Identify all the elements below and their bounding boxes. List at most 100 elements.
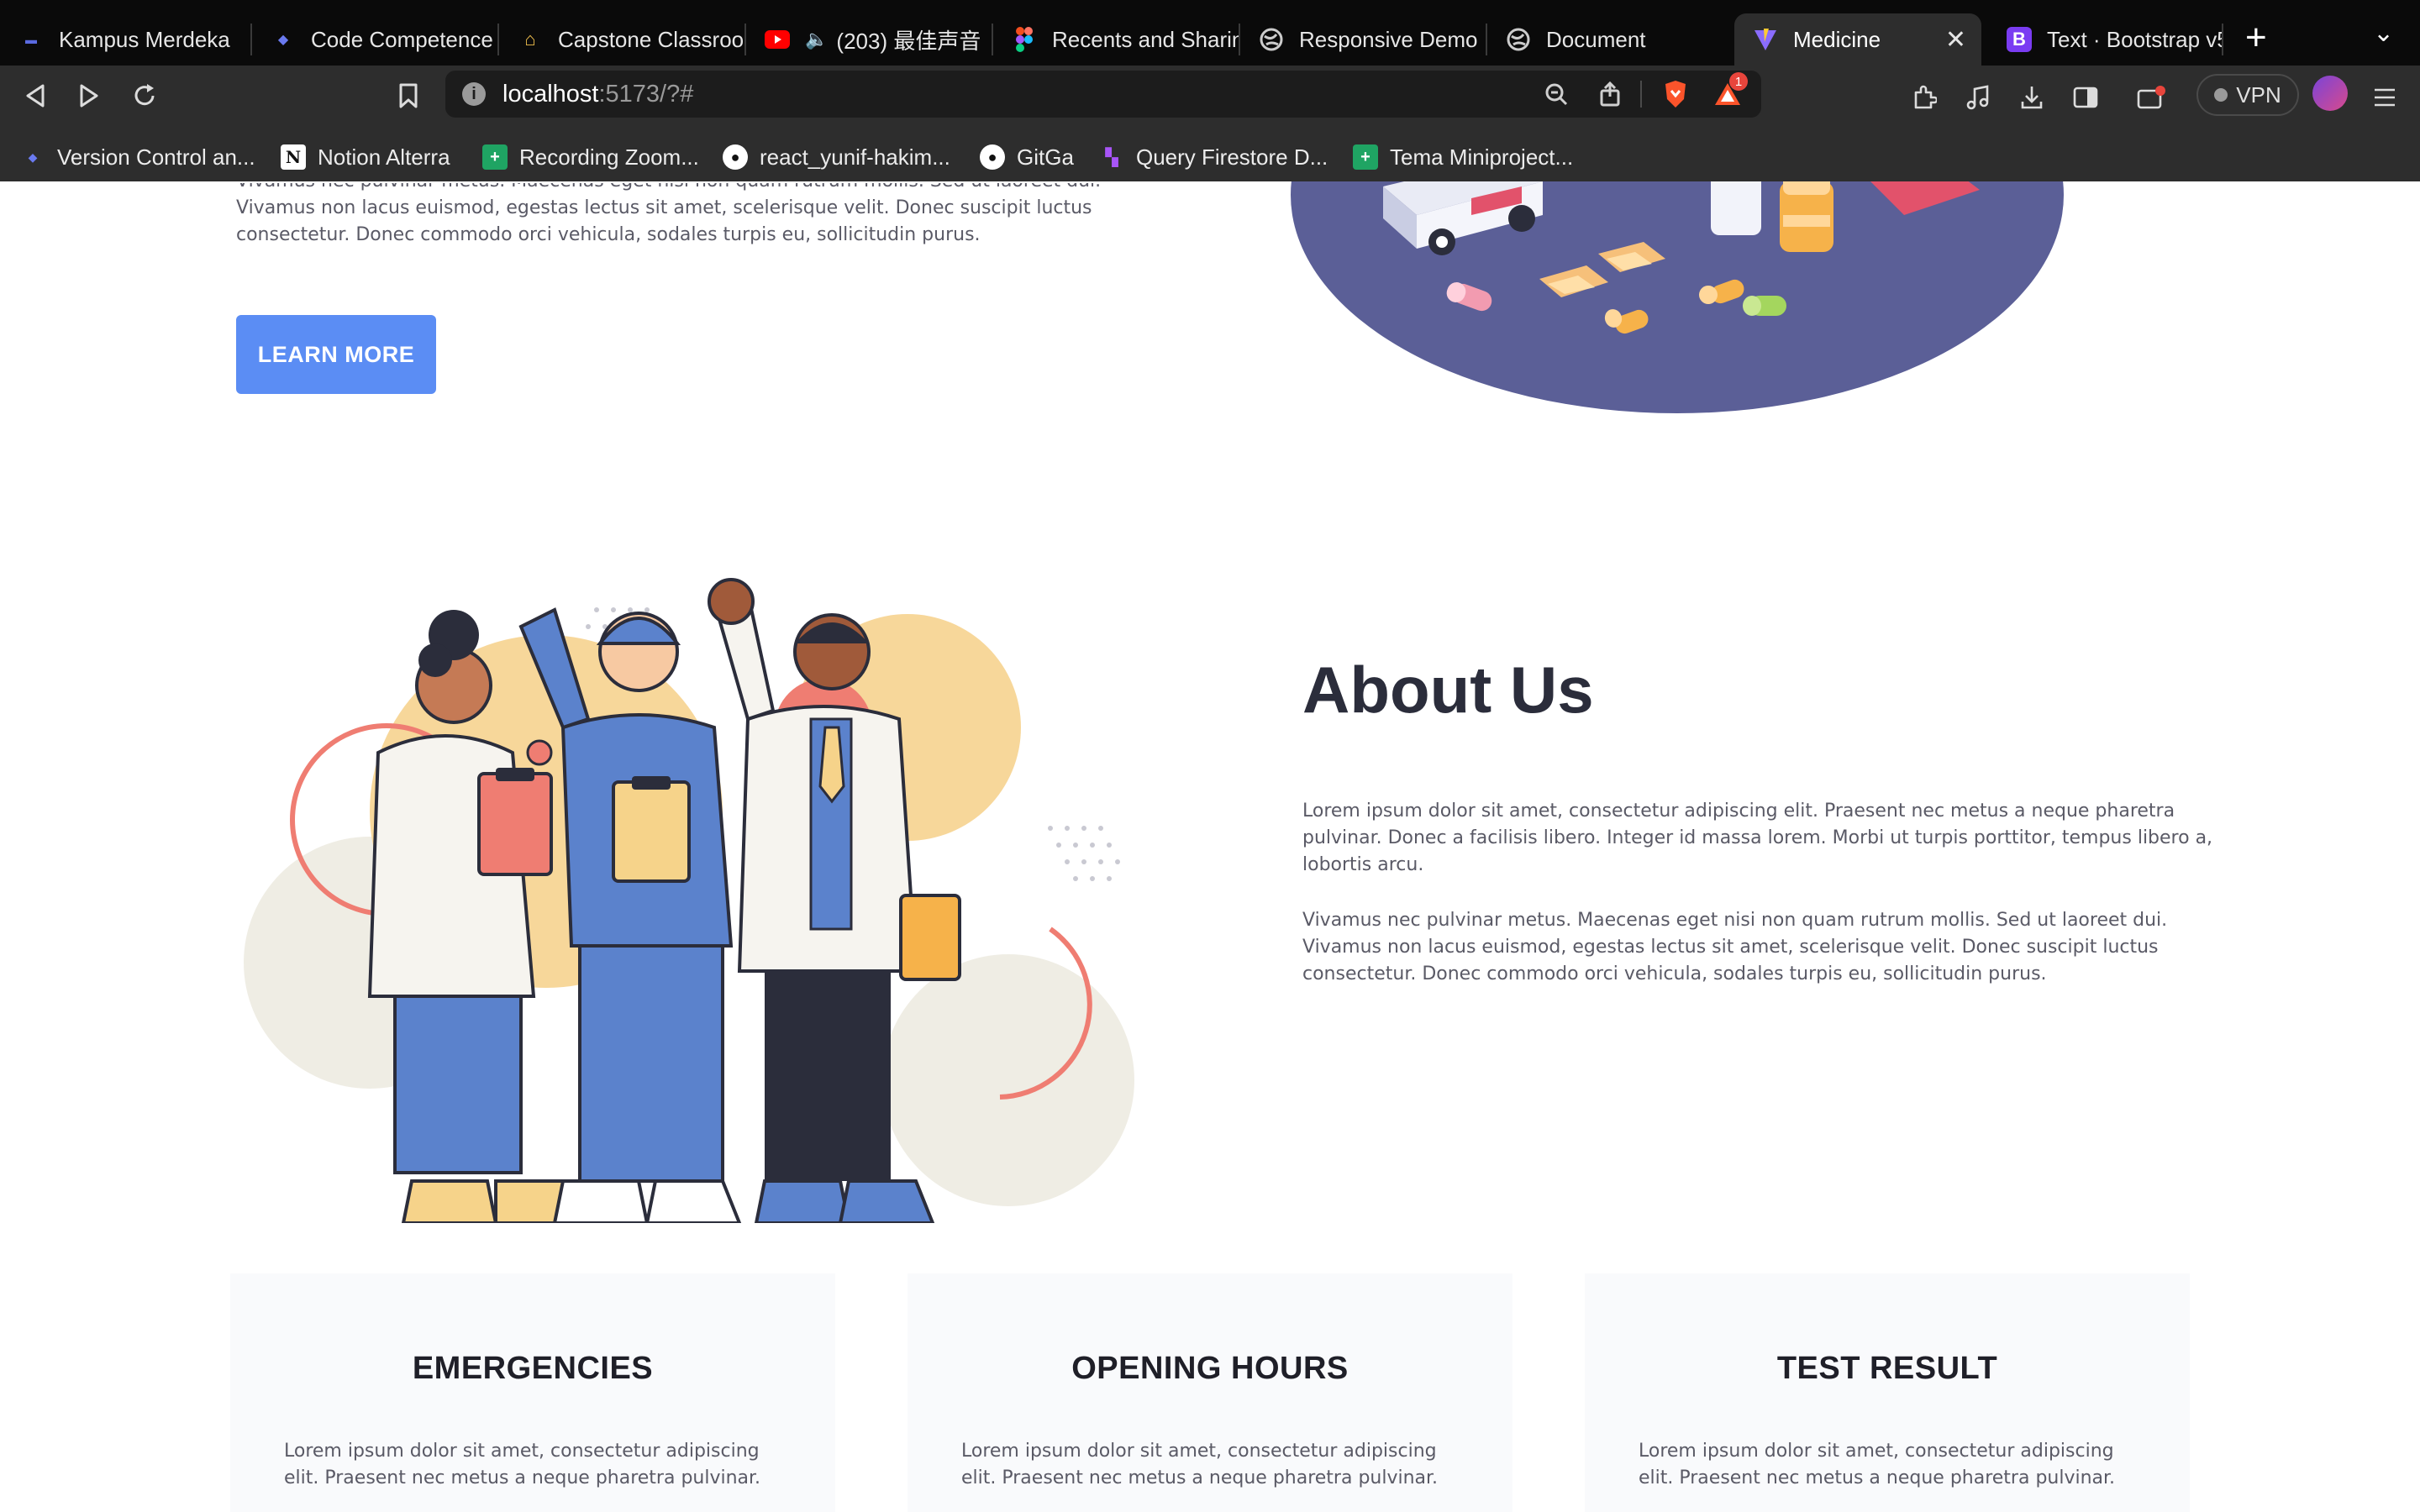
card-emergencies: EMERGENCIES Lorem ipsum dolor sit amet, … — [230, 1273, 835, 1512]
hero-line: Vivamus non lacus euismod, egestas lectu… — [236, 197, 1092, 218]
back-icon[interactable] — [18, 79, 52, 113]
brave-rewards-icon[interactable]: 1 — [1711, 72, 1748, 111]
tab-title: Capstone Classroor — [558, 26, 746, 52]
menu-icon[interactable] — [2368, 81, 2402, 114]
tab-title: (203) 最佳声音 — [836, 28, 981, 54]
card-test-result: TEST RESULT Lorem ipsum dolor sit amet, … — [1585, 1273, 2190, 1512]
tab-kampus-merdeka[interactable]: ▬ Kampus Merdeka — [0, 13, 252, 66]
tab-title: Document — [1546, 26, 1646, 52]
tab-youtube[interactable]: 🔈 (203) 最佳声音 — [746, 13, 993, 66]
tab-title: Code Competence — [311, 26, 493, 52]
new-tab-icon[interactable]: + — [2245, 17, 2267, 59]
github-icon: ● — [980, 144, 1005, 170]
speaker-icon[interactable]: 🔈 — [805, 29, 828, 50]
bookmark-label: GitGa — [1017, 144, 1074, 170]
chevron-down-icon[interactable]: ⌄ — [2373, 18, 2394, 48]
figma-icon — [1012, 27, 1037, 52]
bookmark-recording-zoom[interactable]: + Recording Zoom... — [482, 134, 699, 180]
bookmark-label: Notion Alterra — [318, 144, 450, 170]
card-line: Lorem ipsum dolor sit amet, consectetur … — [284, 1441, 760, 1462]
download-icon[interactable] — [2015, 81, 2049, 114]
bookmark-react-yunif[interactable]: ● react_yunif-hakim... — [723, 134, 950, 180]
tab-responsive-demo[interactable]: Responsive Demo — [1240, 13, 1487, 66]
bookmark-gitga[interactable]: ● GitGa — [980, 134, 1074, 180]
kampus-merdeka-icon: ▬ — [25, 33, 37, 46]
card-line: Lorem ipsum dolor sit amet, consectetur … — [1639, 1441, 2114, 1462]
bookmark-icon[interactable] — [392, 79, 425, 113]
bookmark-notion-alterra[interactable]: N Notion Alterra — [281, 134, 450, 180]
page-viewport: Vivamus nec pulvinar metus. Maecenas ege… — [0, 181, 2420, 1512]
bg-circle — [882, 954, 1134, 1206]
tab-code-competence[interactable]: ◆ Code Competence — [252, 13, 499, 66]
firestore-icon: ▚ — [1105, 148, 1118, 167]
extensions-icon[interactable] — [1907, 81, 1941, 114]
about-us-title: About Us — [1302, 653, 1594, 727]
card-text: Lorem ipsum dolor sit amet, consectetur … — [1639, 1438, 2156, 1492]
about-line: Vivamus non lacus euismod, egestas lectu… — [1302, 937, 2159, 958]
about-line: lobortis arcu. — [1302, 854, 1424, 875]
tab-divider — [2222, 24, 2223, 55]
vpn-status-dot — [2214, 88, 2228, 102]
bookmark-label: Version Control an... — [57, 144, 255, 170]
youtube-icon — [765, 27, 790, 52]
reload-icon[interactable] — [128, 79, 161, 113]
tab-title: Responsive Demo — [1299, 26, 1478, 52]
doctors-illustration — [244, 578, 1134, 1223]
alterra-icon: ◆ — [28, 150, 38, 164]
vpn-button[interactable]: VPN — [2196, 74, 2299, 116]
about-line: Vivamus nec pulvinar metus. Maecenas ege… — [1302, 910, 2168, 931]
about-paragraph-1: Lorem ipsum dolor sit amet, consectetur … — [1302, 798, 2227, 879]
tab-title: Text · Bootstrap v5 — [2047, 26, 2223, 52]
profile-avatar[interactable] — [2312, 76, 2348, 111]
rewards-badge: 1 — [1729, 72, 1748, 91]
hero-line: consectetur. Donec commodo orci vehicula… — [236, 224, 981, 245]
close-tab-icon[interactable]: ✕ — [1945, 25, 1966, 55]
sheets-icon: + — [1353, 144, 1378, 170]
bookmark-query-firestore[interactable]: ▚ Query Firestore D... — [1099, 134, 1328, 180]
tab-bootstrap[interactable]: B Text · Bootstrap v5 — [1988, 13, 2223, 66]
classroom-icon: ⌂ — [524, 29, 536, 50]
url-text: localhost:5173/?# — [502, 81, 694, 108]
share-icon[interactable] — [1595, 79, 1625, 109]
learn-more-button[interactable]: LEARN MORE — [236, 315, 436, 394]
hero-line: Vivamus nec pulvinar metus. Maecenas ege… — [236, 181, 1160, 195]
vite-icon — [1753, 27, 1778, 52]
tab-title: Medicine — [1793, 26, 1881, 52]
about-line: Lorem ipsum dolor sit amet, consectetur … — [1302, 801, 2175, 822]
bookmark-label: Tema Miniproject... — [1390, 144, 1574, 170]
card-title: TEST RESULT — [1776, 1351, 1998, 1386]
hero-paragraph: Vivamus nec pulvinar metus. Maecenas ege… — [236, 181, 1160, 249]
music-note-icon[interactable] — [1961, 81, 1995, 114]
bookmark-label: react_yunif-hakim... — [760, 144, 950, 170]
notion-icon: N — [281, 144, 306, 170]
card-text: Lorem ipsum dolor sit amet, consectetur … — [284, 1438, 802, 1492]
tab-figma[interactable]: Recents and Sharin — [993, 13, 1240, 66]
tab-capstone-classroom[interactable]: ⌂ Capstone Classroor — [499, 13, 746, 66]
card-line: elit. Praesent nec metus a neque pharetr… — [961, 1467, 1439, 1488]
tab-strip: ▬ Kampus Merdeka ◆ Code Competence ⌂ Cap… — [0, 0, 2420, 66]
card-line: elit. Praesent nec metus a neque pharetr… — [1639, 1467, 2116, 1488]
bookmark-label: Recording Zoom... — [519, 144, 699, 170]
card-opening-hours: OPENING HOURS Lorem ipsum dolor sit amet… — [908, 1273, 1512, 1512]
github-icon: ● — [723, 144, 748, 170]
tab-medicine[interactable]: Medicine ✕ — [1734, 13, 1981, 66]
hero-illustration — [1291, 181, 2064, 413]
site-info-icon[interactable]: i — [462, 82, 486, 106]
bookmark-version-control[interactable]: ◆ Version Control an... — [20, 134, 255, 180]
address-bar[interactable]: i localhost:5173/?# 1 — [445, 71, 1761, 118]
tab-document[interactable]: Document — [1487, 13, 1734, 66]
sheets-icon: + — [482, 144, 508, 170]
zoom-icon[interactable] — [1541, 79, 1571, 109]
card-title: OPENING HOURS — [1071, 1351, 1349, 1386]
card-text: Lorem ipsum dolor sit amet, consectetur … — [961, 1438, 1479, 1492]
tab-title: Recents and Sharin — [1052, 26, 1240, 52]
urlbar-divider — [1640, 81, 1642, 108]
brave-shields-icon[interactable] — [1659, 77, 1692, 111]
wallet-icon[interactable] — [2133, 81, 2170, 114]
about-line: pulvinar. Donec a facilisis libero. Inte… — [1302, 827, 2213, 848]
globe-icon — [1506, 27, 1531, 52]
sidebar-icon[interactable] — [2069, 81, 2102, 114]
forward-icon[interactable] — [72, 79, 106, 113]
alterra-icon: ◆ — [277, 33, 289, 47]
bookmark-tema-miniproject[interactable]: + Tema Miniproject... — [1353, 134, 1573, 180]
